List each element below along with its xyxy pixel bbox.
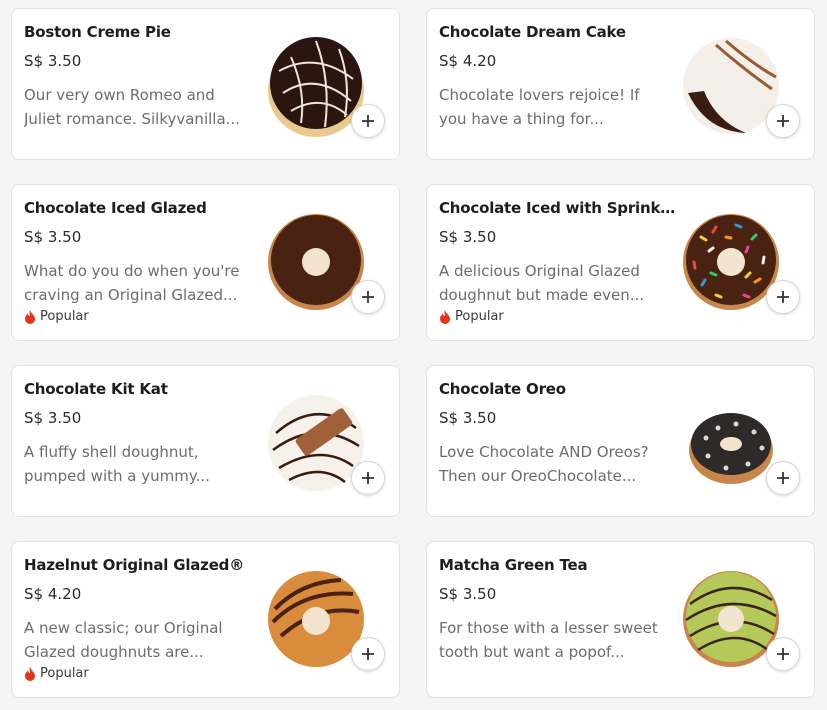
flame-icon: [440, 309, 450, 324]
menu-item-card[interactable]: Chocolate Dream Cake S$ 4.20 Chocolate l…: [426, 8, 815, 160]
item-price: S$ 3.50: [24, 228, 82, 246]
plus-icon: [362, 472, 374, 484]
add-button[interactable]: [351, 461, 385, 495]
item-name: Hazelnut Original Glazed®: [24, 556, 245, 574]
menu-item-card[interactable]: Chocolate Iced with Sprinkl... S$ 3.50 A…: [426, 184, 815, 341]
plus-icon: [777, 115, 789, 127]
item-description: What do you do when you're craving an Ori…: [24, 262, 240, 304]
menu-item-card[interactable]: Chocolate Kit Kat S$ 3.50 A fluffy shell…: [11, 365, 400, 517]
add-button[interactable]: [351, 280, 385, 314]
plus-icon: [777, 472, 789, 484]
item-price: S$ 3.50: [439, 228, 497, 246]
item-name: Chocolate Kit Kat: [24, 380, 168, 398]
item-description: Chocolate lovers rejoice! If you have a t…: [439, 86, 640, 128]
menu-item-card[interactable]: Chocolate Oreo S$ 3.50 Love Chocolate AN…: [426, 365, 815, 517]
plus-icon: [362, 291, 374, 303]
item-price: S$ 4.20: [24, 585, 82, 603]
item-price: S$ 3.50: [439, 409, 497, 427]
flame-icon: [25, 309, 35, 324]
plus-icon: [777, 648, 789, 660]
item-price: S$ 3.50: [24, 52, 82, 70]
popular-badge: Popular: [24, 666, 89, 681]
item-name: Chocolate Dream Cake: [439, 23, 626, 41]
item-name: Chocolate Iced with Sprinkl...: [439, 199, 679, 217]
add-button[interactable]: [766, 104, 800, 138]
item-price: S$ 3.50: [24, 409, 82, 427]
popular-badge: Popular: [24, 309, 89, 324]
item-name: Chocolate Iced Glazed: [24, 199, 207, 217]
item-description: A fluffy shell doughnut, pumped with a yu…: [24, 443, 210, 485]
item-name: Matcha Green Tea: [439, 556, 588, 574]
menu-item-card[interactable]: Boston Creme Pie S$ 3.50 Our very own Ro…: [11, 8, 400, 160]
item-description: Love Chocolate AND Oreos? Then our OreoCh…: [439, 443, 649, 485]
item-name: Boston Creme Pie: [24, 23, 171, 41]
item-description: Our very own Romeo and Juliet romance. Si…: [24, 86, 240, 128]
add-button[interactable]: [766, 637, 800, 671]
popular-badge: Popular: [439, 309, 504, 324]
menu-item-card[interactable]: Hazelnut Original Glazed® S$ 4.20 A new …: [11, 541, 400, 698]
item-description: For those with a lesser sweet tooth but w…: [439, 619, 658, 661]
flame-icon: [25, 666, 35, 681]
menu-item-card[interactable]: Matcha Green Tea S$ 3.50 For those with …: [426, 541, 815, 698]
add-button[interactable]: [351, 104, 385, 138]
menu-item-card[interactable]: Chocolate Iced Glazed S$ 3.50 What do yo…: [11, 184, 400, 341]
plus-icon: [362, 115, 374, 127]
add-button[interactable]: [766, 280, 800, 314]
plus-icon: [362, 648, 374, 660]
item-description: A delicious Original Glazed doughnut but …: [439, 262, 645, 304]
item-name: Chocolate Oreo: [439, 380, 566, 398]
add-button[interactable]: [351, 637, 385, 671]
plus-icon: [777, 291, 789, 303]
item-description: A new classic; our Original Glazed doughn…: [24, 619, 223, 661]
item-price: S$ 4.20: [439, 52, 497, 70]
item-price: S$ 3.50: [439, 585, 497, 603]
add-button[interactable]: [766, 461, 800, 495]
